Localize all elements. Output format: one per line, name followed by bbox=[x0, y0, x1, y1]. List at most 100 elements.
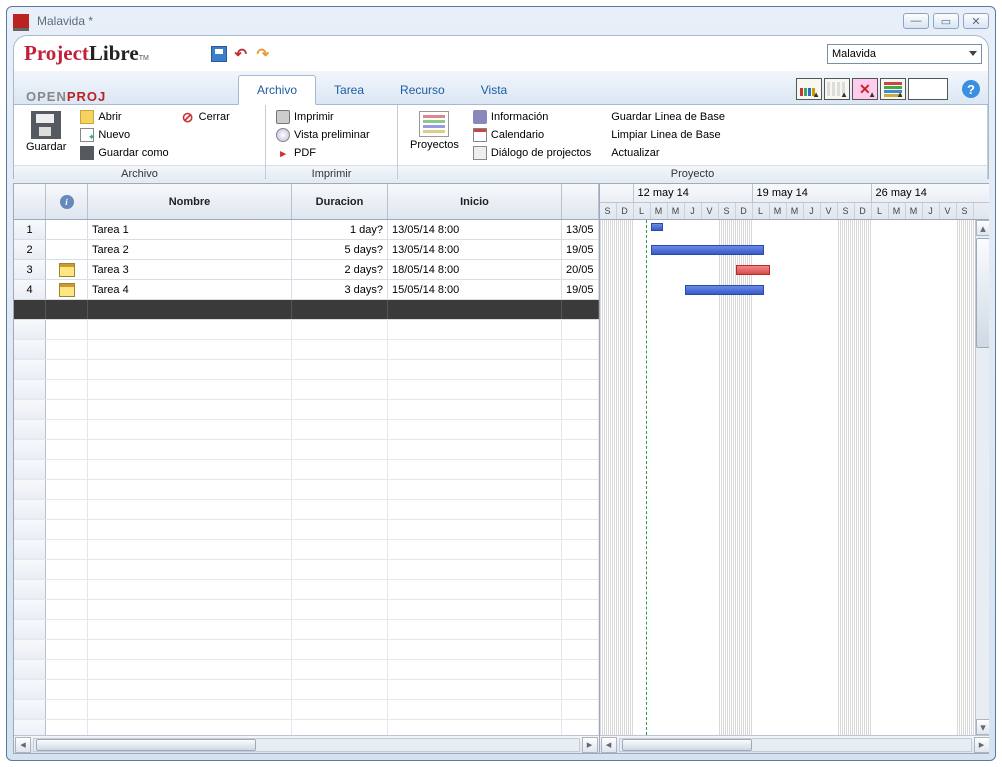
row-start[interactable]: 15/05/14 8:00 bbox=[388, 280, 562, 299]
help-icon[interactable]: ? bbox=[962, 80, 980, 98]
empty-row[interactable] bbox=[14, 500, 599, 520]
gantt-body[interactable]: ▴ ▾ bbox=[600, 220, 989, 735]
row-index[interactable]: 3 bbox=[14, 260, 46, 279]
empty-row[interactable] bbox=[14, 560, 599, 580]
tab-recurso[interactable]: Recurso bbox=[382, 76, 463, 104]
table-row[interactable]: 2 Tarea 25 days?13/05/14 8:0019/05 bbox=[14, 240, 599, 260]
gantt-h-scrollbar[interactable]: ◂ ▸ bbox=[600, 735, 989, 753]
row-icon-cell[interactable] bbox=[46, 280, 88, 299]
cerrar-button[interactable]: ⊘Cerrar bbox=[179, 109, 232, 125]
empty-row[interactable] bbox=[14, 480, 599, 500]
empty-row[interactable] bbox=[14, 600, 599, 620]
row-index[interactable]: 1 bbox=[14, 220, 46, 239]
row-start[interactable]: 13/05/14 8:00 bbox=[388, 240, 562, 259]
imprimir-button[interactable]: Imprimir bbox=[274, 109, 372, 125]
tab-tarea[interactable]: Tarea bbox=[316, 76, 382, 104]
empty-row[interactable] bbox=[14, 540, 599, 560]
nuevo-button[interactable]: Nuevo bbox=[78, 127, 170, 143]
guardar-como-button[interactable]: Guardar como bbox=[78, 145, 170, 161]
scroll-left-icon[interactable]: ◂ bbox=[15, 737, 31, 753]
empty-row[interactable] bbox=[14, 660, 599, 680]
row-start[interactable]: 13/05/14 8:00 bbox=[388, 220, 562, 239]
scroll-thumb[interactable] bbox=[36, 739, 256, 751]
empty-row[interactable] bbox=[14, 460, 599, 480]
col-header-duracion[interactable]: Duracion bbox=[292, 184, 388, 219]
row-duration[interactable]: 5 days? bbox=[292, 240, 388, 259]
empty-row[interactable] bbox=[14, 520, 599, 540]
col-header-indicator[interactable]: i bbox=[46, 184, 88, 219]
gantt-scroll-left-icon[interactable]: ◂ bbox=[601, 737, 617, 753]
row-index[interactable]: 2 bbox=[14, 240, 46, 259]
empty-row[interactable] bbox=[14, 680, 599, 700]
grid-h-scrollbar[interactable]: ◂ ▸ bbox=[14, 735, 599, 753]
view-blank[interactable] bbox=[908, 78, 948, 100]
gantt-scroll-thumb[interactable] bbox=[622, 739, 752, 751]
limpiar-base-button[interactable]: Limpiar Linea de Base bbox=[609, 127, 727, 143]
empty-row[interactable] bbox=[14, 360, 599, 380]
informacion-button[interactable]: Información bbox=[471, 109, 593, 125]
row-name[interactable]: Tarea 4 bbox=[88, 280, 292, 299]
table-row[interactable]: 1 Tarea 11 day?13/05/14 8:0013/05 bbox=[14, 220, 599, 240]
proyectos-button[interactable]: Proyectos bbox=[406, 109, 463, 153]
empty-row[interactable] bbox=[14, 320, 599, 340]
table-row[interactable]: 4 Tarea 43 days?15/05/14 8:0019/05 bbox=[14, 280, 599, 300]
row-duration[interactable]: 2 days? bbox=[292, 260, 388, 279]
guardar-base-button[interactable]: Guardar Linea de Base bbox=[609, 109, 727, 125]
calendario-button[interactable]: Calendario bbox=[471, 127, 593, 143]
row-icon-cell[interactable] bbox=[46, 240, 88, 259]
empty-row[interactable] bbox=[14, 700, 599, 720]
dialogo-button[interactable]: Diálogo de projectos bbox=[471, 145, 593, 161]
empty-row[interactable] bbox=[14, 340, 599, 360]
empty-row[interactable] bbox=[14, 400, 599, 420]
table-row[interactable]: 3Tarea 32 days?18/05/14 8:0020/05 bbox=[14, 260, 599, 280]
project-dropdown[interactable]: Malavida bbox=[827, 44, 982, 64]
row-duration[interactable]: 3 days? bbox=[292, 280, 388, 299]
row-icon-cell[interactable] bbox=[46, 260, 88, 279]
close-button[interactable]: ✕ bbox=[963, 13, 989, 29]
col-header-inicio[interactable]: Inicio bbox=[388, 184, 562, 219]
empty-row[interactable] bbox=[14, 640, 599, 660]
undo-icon[interactable]: ↶ bbox=[233, 46, 249, 62]
view-stack-icon[interactable] bbox=[880, 78, 906, 100]
scroll-up-icon[interactable]: ▴ bbox=[976, 220, 989, 236]
view-remove-icon[interactable] bbox=[852, 78, 878, 100]
gantt-v-scrollbar[interactable]: ▴ ▾ bbox=[975, 220, 989, 735]
row-icon-cell[interactable] bbox=[46, 220, 88, 239]
empty-row[interactable] bbox=[14, 720, 599, 735]
row-name[interactable]: Tarea 1 bbox=[88, 220, 292, 239]
view-bars-icon[interactable] bbox=[796, 78, 822, 100]
tab-vista[interactable]: Vista bbox=[463, 76, 525, 104]
row-end[interactable]: 13/05 bbox=[562, 220, 599, 239]
empty-row[interactable] bbox=[14, 440, 599, 460]
scroll-down-icon[interactable]: ▾ bbox=[976, 719, 989, 735]
view-line-icon[interactable] bbox=[824, 78, 850, 100]
preview-button[interactable]: Vista preliminar bbox=[274, 127, 372, 143]
table-row-selected[interactable] bbox=[14, 300, 599, 320]
col-header-fin[interactable] bbox=[562, 184, 599, 219]
row-name[interactable]: Tarea 2 bbox=[88, 240, 292, 259]
gantt-bar-2[interactable] bbox=[651, 245, 764, 255]
row-index[interactable]: 4 bbox=[14, 280, 46, 299]
col-header-nombre[interactable]: Nombre bbox=[88, 184, 292, 219]
abrir-button[interactable]: Abrir bbox=[78, 109, 170, 125]
row-end[interactable]: 19/05 bbox=[562, 280, 599, 299]
tab-archivo[interactable]: Archivo bbox=[238, 75, 316, 105]
actualizar-button[interactable]: Actualizar bbox=[609, 145, 727, 161]
gantt-bar-3[interactable] bbox=[736, 265, 770, 275]
row-end[interactable]: 19/05 bbox=[562, 240, 599, 259]
empty-row[interactable] bbox=[14, 620, 599, 640]
pdf-button[interactable]: ▸PDF bbox=[274, 145, 372, 161]
col-header-index[interactable] bbox=[14, 184, 46, 219]
redo-icon[interactable]: ↷ bbox=[255, 46, 271, 62]
v-scroll-thumb[interactable] bbox=[976, 238, 989, 348]
empty-row[interactable] bbox=[14, 420, 599, 440]
gantt-bar-1[interactable] bbox=[651, 223, 663, 231]
row-duration[interactable]: 1 day? bbox=[292, 220, 388, 239]
minimize-button[interactable]: — bbox=[903, 13, 929, 29]
empty-row[interactable] bbox=[14, 580, 599, 600]
row-start[interactable]: 18/05/14 8:00 bbox=[388, 260, 562, 279]
maximize-button[interactable]: ▭ bbox=[933, 13, 959, 29]
guardar-button[interactable]: Guardar bbox=[22, 109, 70, 155]
row-end[interactable]: 20/05 bbox=[562, 260, 599, 279]
scroll-right-icon[interactable]: ▸ bbox=[582, 737, 598, 753]
